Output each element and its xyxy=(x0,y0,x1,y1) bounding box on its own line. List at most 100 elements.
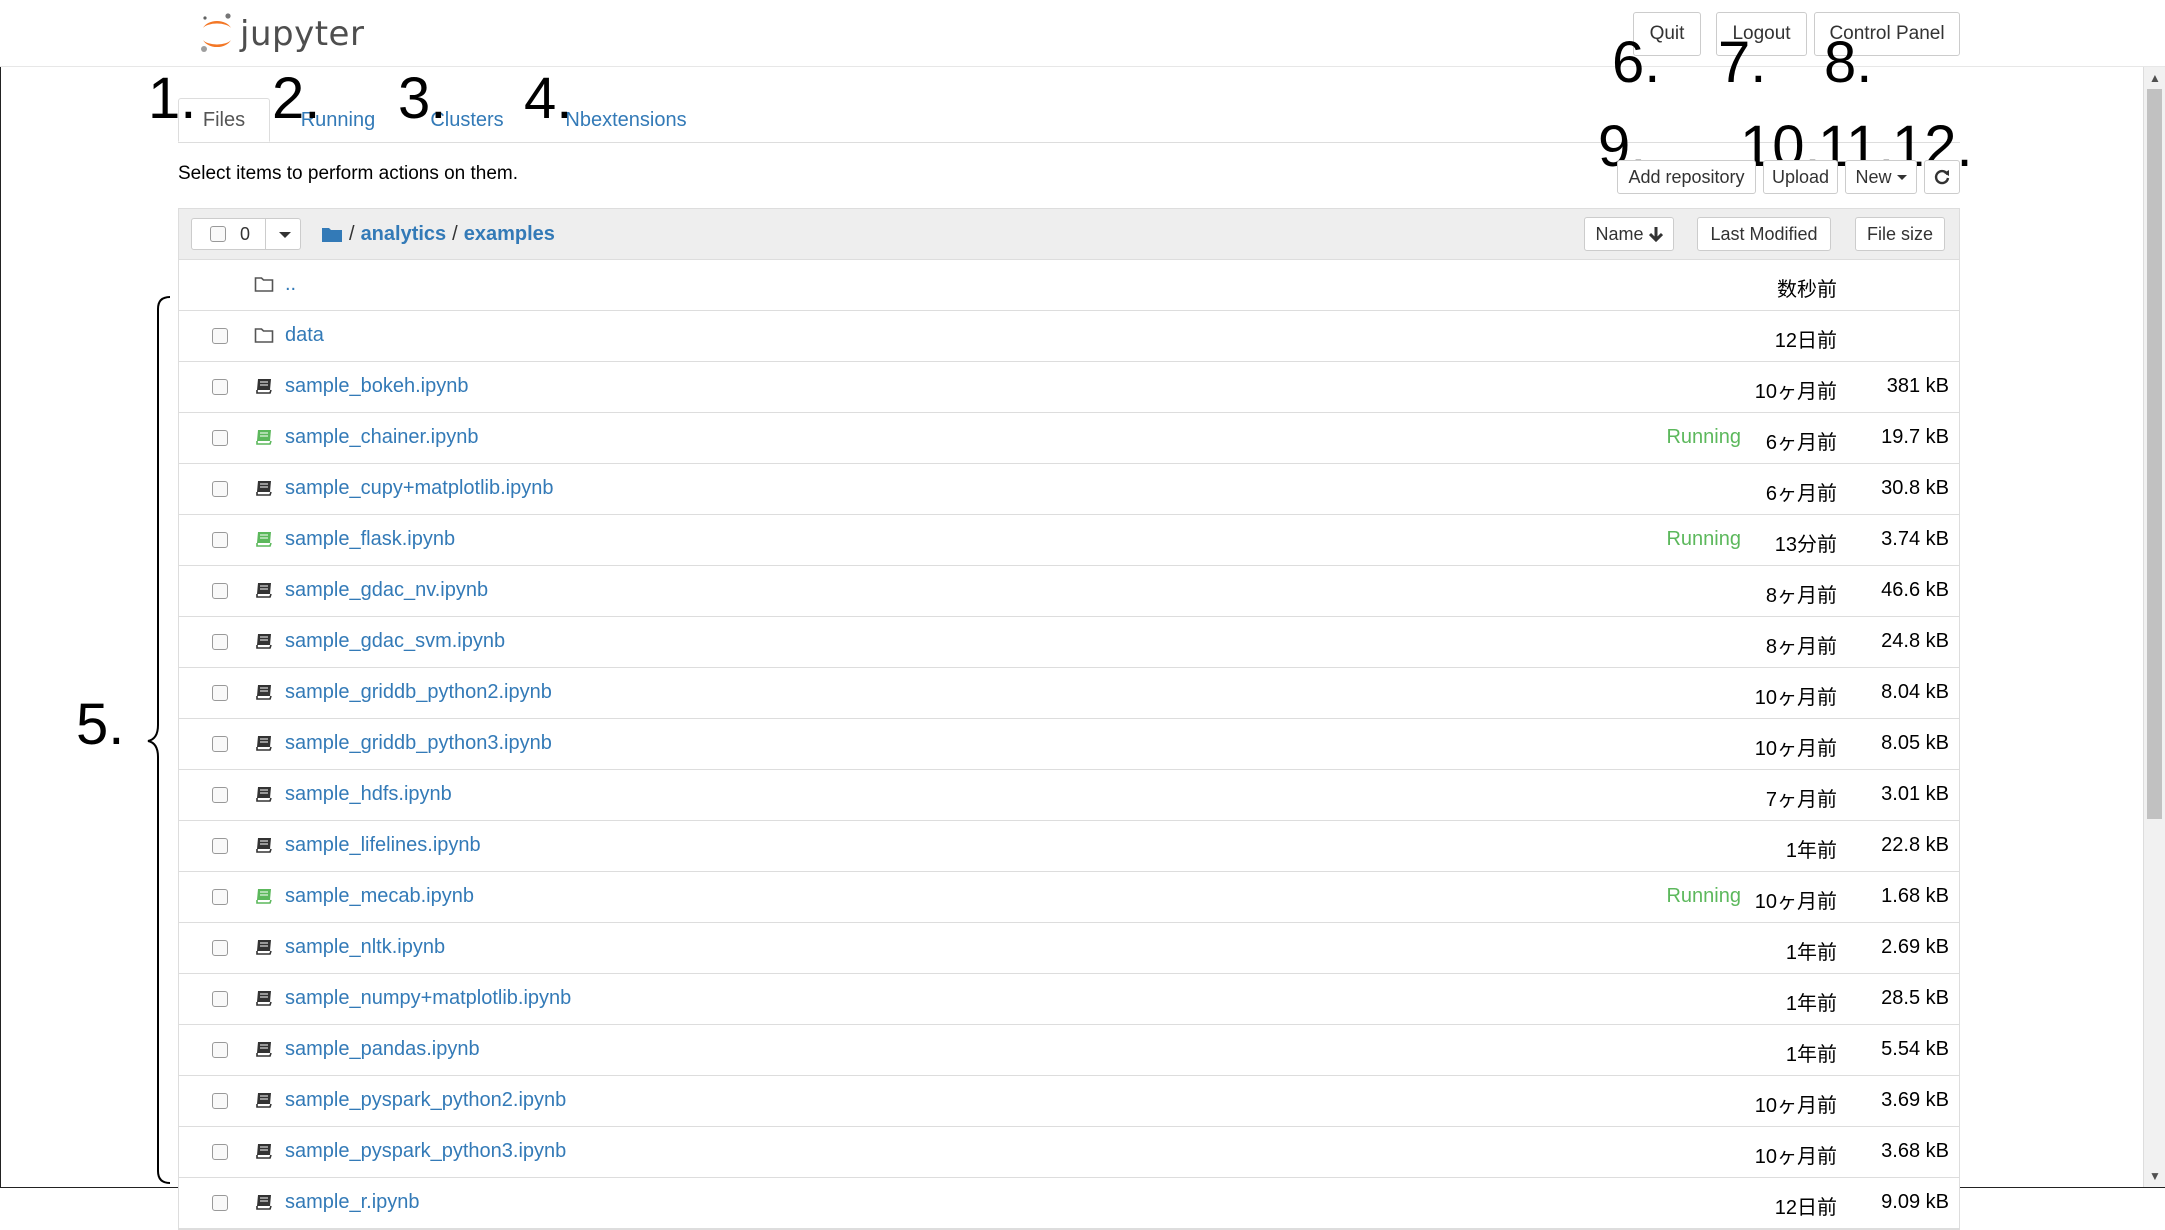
table-row[interactable]: .. 数秒前 xyxy=(179,260,1959,311)
table-row[interactable]: sample_bokeh.ipynb 10ヶ月前 381 kB xyxy=(179,362,1959,413)
breadcrumb-analytics[interactable]: analytics xyxy=(361,223,447,246)
table-row[interactable]: sample_pyspark_python2.ipynb 10ヶ月前 3.69 kB xyxy=(179,1076,1959,1127)
refresh-button[interactable] xyxy=(1924,160,1960,194)
last-modified: 1年前 xyxy=(1785,840,1837,862)
item-name-link[interactable]: sample_pandas.ipynb xyxy=(285,1038,480,1061)
row-checkbox[interactable] xyxy=(212,583,228,599)
file-size: 5.54 kB xyxy=(1881,1038,1949,1060)
notebook-icon xyxy=(254,1091,274,1109)
annotation-label: 7. xyxy=(1718,30,1767,95)
last-modified: 7ヶ月前 xyxy=(1765,789,1837,811)
sort-name-label: Name xyxy=(1595,223,1644,244)
item-name-link[interactable]: sample_pyspark_python3.ipynb xyxy=(285,1140,566,1163)
item-name-link[interactable]: sample_mecab.ipynb xyxy=(285,885,474,908)
table-row[interactable]: sample_pyspark_python3.ipynb 10ヶ月前 3.68 kB xyxy=(179,1127,1959,1178)
row-checkbox[interactable] xyxy=(212,379,228,395)
row-checkbox[interactable] xyxy=(212,1093,228,1109)
item-name-link[interactable]: .. xyxy=(285,273,296,296)
file-list: 0 / analytics / examples Name Last Modif… xyxy=(178,208,1960,1230)
last-modified: 数秒前 xyxy=(1777,279,1837,301)
item-name-link[interactable]: sample_cupy+matplotlib.ipynb xyxy=(285,477,554,500)
file-size: 3.69 kB xyxy=(1881,1089,1949,1111)
selection-dropdown-button[interactable] xyxy=(265,218,301,250)
table-row[interactable]: sample_nltk.ipynb 1年前 2.69 kB xyxy=(179,923,1959,974)
last-modified: 12日前 xyxy=(1774,330,1837,352)
table-row[interactable]: sample_griddb_python2.ipynb 10ヶ月前 8.04 kB xyxy=(179,668,1959,719)
table-row[interactable]: sample_gdac_nv.ipynb 8ヶ月前 46.6 kB xyxy=(179,566,1959,617)
row-checkbox[interactable] xyxy=(212,1144,228,1160)
folder-icon xyxy=(254,326,274,344)
scroll-thumb[interactable] xyxy=(2147,89,2162,819)
item-name-link[interactable]: sample_chainer.ipynb xyxy=(285,426,478,449)
file-size: 1.68 kB xyxy=(1881,885,1949,907)
item-name-link[interactable]: sample_nltk.ipynb xyxy=(285,936,445,959)
table-row[interactable]: sample_gdac_svm.ipynb 8ヶ月前 24.8 kB xyxy=(179,617,1959,668)
row-checkbox[interactable] xyxy=(212,838,228,854)
item-name-link[interactable]: sample_numpy+matplotlib.ipynb xyxy=(285,987,571,1010)
item-name-link[interactable]: sample_lifelines.ipynb xyxy=(285,834,481,857)
row-checkbox[interactable] xyxy=(212,685,228,701)
row-checkbox[interactable] xyxy=(212,634,228,650)
breadcrumb-examples[interactable]: examples xyxy=(464,223,555,246)
item-name-link[interactable]: sample_bokeh.ipynb xyxy=(285,375,468,398)
select-all-checkbox[interactable] xyxy=(210,226,226,242)
last-modified: 10ヶ月前 xyxy=(1754,891,1837,913)
table-row[interactable]: sample_hdfs.ipynb 7ヶ月前 3.01 kB xyxy=(179,770,1959,821)
row-checkbox[interactable] xyxy=(212,481,228,497)
row-checkbox[interactable] xyxy=(212,787,228,803)
row-checkbox[interactable] xyxy=(212,430,228,446)
row-checkbox[interactable] xyxy=(212,940,228,956)
upload-button[interactable]: Upload xyxy=(1763,160,1838,194)
table-row[interactable]: sample_griddb_python3.ipynb 10ヶ月前 8.05 kB xyxy=(179,719,1959,770)
item-name-link[interactable]: sample_gdac_nv.ipynb xyxy=(285,579,488,602)
jupyter-logo[interactable]: jupyter xyxy=(198,8,364,60)
file-size: 381 kB xyxy=(1886,375,1949,397)
last-modified: 10ヶ月前 xyxy=(1754,1146,1837,1168)
table-row[interactable]: data 12日前 xyxy=(179,311,1959,362)
notebook-icon xyxy=(254,734,274,752)
table-row[interactable]: sample_r.ipynb 12日前 9.09 kB xyxy=(179,1178,1959,1229)
row-checkbox[interactable] xyxy=(212,1195,228,1211)
scroll-up-arrow-icon[interactable]: ▲ xyxy=(2149,71,2161,85)
last-modified: 13分前 xyxy=(1774,534,1837,556)
last-modified: 1年前 xyxy=(1785,993,1837,1015)
add-repository-button[interactable]: Add repository xyxy=(1617,160,1756,194)
last-modified: 1年前 xyxy=(1785,942,1837,964)
notebook-icon xyxy=(254,989,274,1007)
scroll-down-arrow-icon[interactable]: ▼ xyxy=(2149,1169,2161,1183)
last-modified: 6ヶ月前 xyxy=(1765,483,1837,505)
item-name-link[interactable]: sample_griddb_python3.ipynb xyxy=(285,732,552,755)
notebook-icon xyxy=(254,836,274,854)
table-row[interactable]: sample_cupy+matplotlib.ipynb 6ヶ月前 30.8 kB xyxy=(179,464,1959,515)
row-checkbox[interactable] xyxy=(212,889,228,905)
folder-home-icon[interactable] xyxy=(321,226,343,243)
row-checkbox[interactable] xyxy=(212,328,228,344)
sort-by-name-button[interactable]: Name xyxy=(1584,217,1674,251)
annotation-bracket xyxy=(147,296,171,1184)
item-name-link[interactable]: sample_hdfs.ipynb xyxy=(285,783,452,806)
sort-by-last-modified-button[interactable]: Last Modified xyxy=(1697,217,1831,251)
item-name-link[interactable]: sample_pyspark_python2.ipynb xyxy=(285,1089,566,1112)
sort-by-file-size-button[interactable]: File size xyxy=(1855,217,1945,251)
item-name-link[interactable]: sample_flask.ipynb xyxy=(285,528,455,551)
file-size: 46.6 kB xyxy=(1881,579,1949,601)
item-name-link[interactable]: sample_griddb_python2.ipynb xyxy=(285,681,552,704)
table-row[interactable]: sample_pandas.ipynb 1年前 5.54 kB xyxy=(179,1025,1959,1076)
row-checkbox[interactable] xyxy=(212,736,228,752)
new-dropdown-button[interactable]: New xyxy=(1845,160,1917,194)
table-row[interactable]: sample_chainer.ipynb Running 6ヶ月前 19.7 kB xyxy=(179,413,1959,464)
item-name-link[interactable]: data xyxy=(285,324,324,347)
vertical-scrollbar[interactable]: ▲ ▼ xyxy=(2143,67,2165,1187)
table-row[interactable]: sample_lifelines.ipynb 1年前 22.8 kB xyxy=(179,821,1959,872)
item-name-link[interactable]: sample_gdac_svm.ipynb xyxy=(285,630,505,653)
table-row[interactable]: sample_mecab.ipynb Running 10ヶ月前 1.68 kB xyxy=(179,872,1959,923)
running-status: Running xyxy=(1666,528,1741,550)
last-modified: 10ヶ月前 xyxy=(1754,1095,1837,1117)
table-row[interactable]: sample_numpy+matplotlib.ipynb 1年前 28.5 kB xyxy=(179,974,1959,1025)
row-checkbox[interactable] xyxy=(212,1042,228,1058)
item-name-link[interactable]: sample_r.ipynb xyxy=(285,1191,420,1214)
table-row[interactable]: sample_flask.ipynb Running 13分前 3.74 kB xyxy=(179,515,1959,566)
row-checkbox[interactable] xyxy=(212,532,228,548)
row-checkbox[interactable] xyxy=(212,991,228,1007)
select-all-control[interactable]: 0 xyxy=(191,218,266,250)
